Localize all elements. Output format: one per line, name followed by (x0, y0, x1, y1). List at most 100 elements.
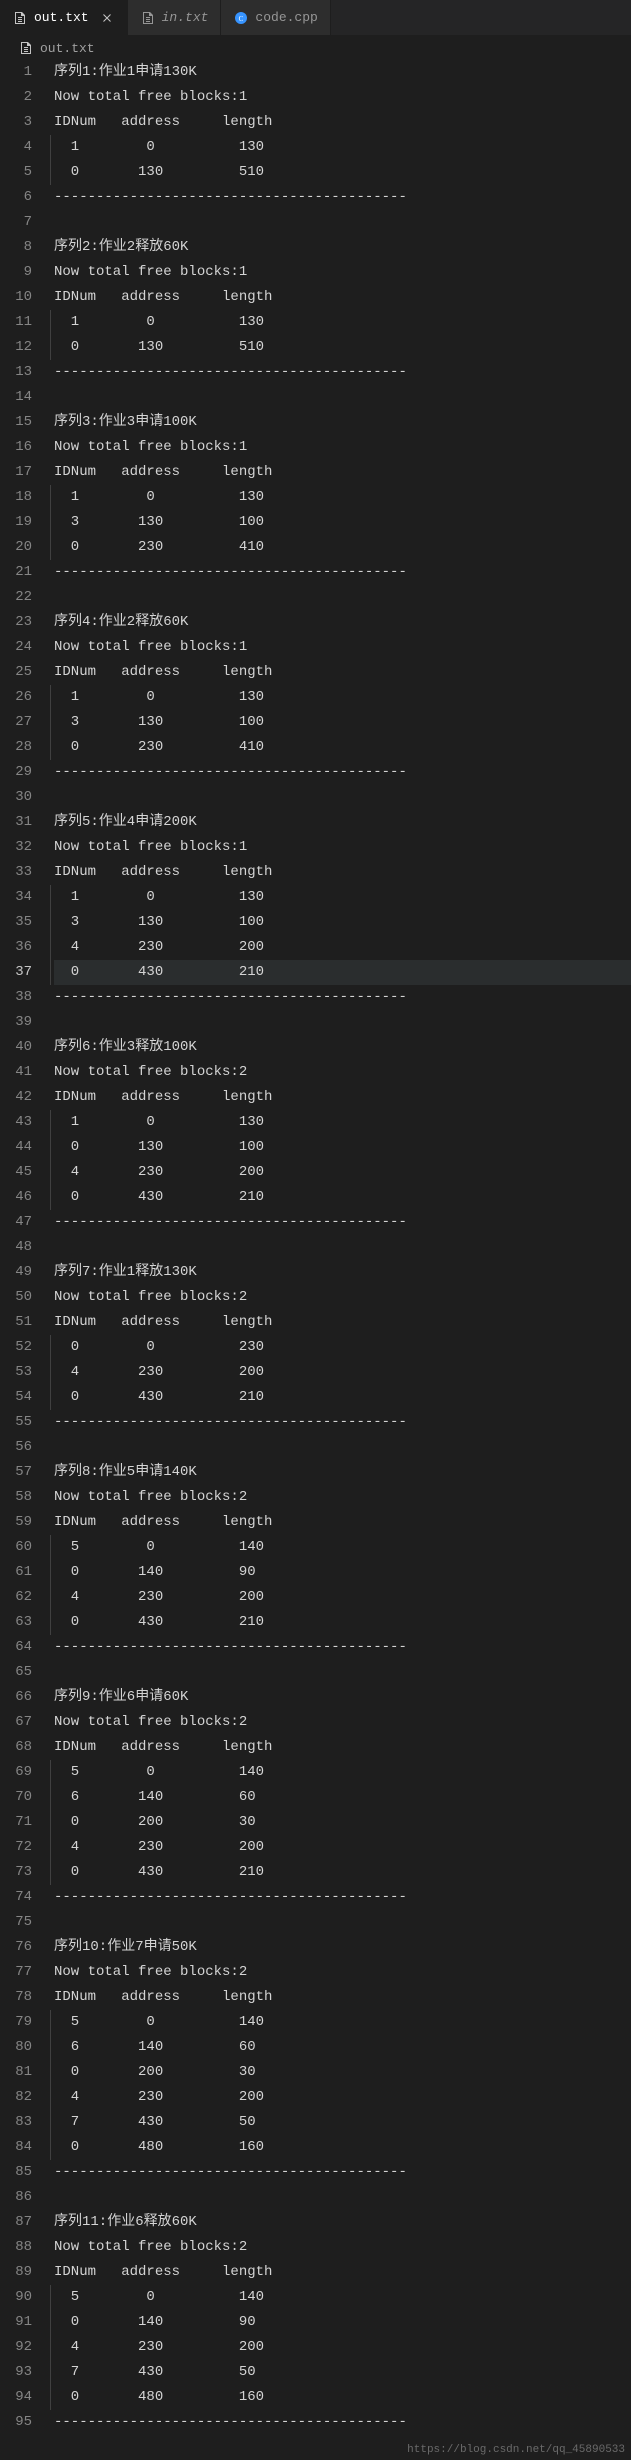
code-line[interactable]: ----------------------------------------… (54, 1210, 631, 1235)
code-line[interactable]: 0 430 210 (54, 960, 631, 985)
code-line[interactable]: ----------------------------------------… (54, 1410, 631, 1435)
code-line[interactable]: IDNum address length (54, 660, 631, 685)
code-line[interactable]: Now total free blocks:1 (54, 435, 631, 460)
editor[interactable]: 1234567891011121314151617181920212223242… (0, 60, 631, 2435)
code-line[interactable]: 1 0 130 (54, 135, 631, 160)
code-line[interactable]: Now total free blocks:2 (54, 1060, 631, 1085)
code-line[interactable]: 4 230 200 (54, 1160, 631, 1185)
code-line[interactable]: 3 130 100 (54, 910, 631, 935)
code-line[interactable]: IDNum address length (54, 1985, 631, 2010)
code-line[interactable]: ----------------------------------------… (54, 760, 631, 785)
code-line[interactable]: 序列6:作业3释放100K (54, 1035, 631, 1060)
code-line[interactable]: 序列2:作业2释放60K (54, 235, 631, 260)
code-line[interactable]: Now total free blocks:2 (54, 1285, 631, 1310)
code-line[interactable]: Now total free blocks:1 (54, 635, 631, 660)
code-line[interactable]: Now total free blocks:2 (54, 1710, 631, 1735)
code-line[interactable] (54, 1010, 631, 1035)
code-line[interactable] (54, 1910, 631, 1935)
code-line[interactable]: Now total free blocks:2 (54, 2235, 631, 2260)
code-line[interactable]: 0 0 230 (54, 1335, 631, 1360)
code-line[interactable]: 1 0 130 (54, 1110, 631, 1135)
code-line[interactable]: IDNum address length (54, 1310, 631, 1335)
code-line[interactable]: ----------------------------------------… (54, 360, 631, 385)
code-line[interactable]: 序列11:作业6释放60K (54, 2210, 631, 2235)
code-line[interactable]: 0 480 160 (54, 2385, 631, 2410)
code-line[interactable]: 4 230 200 (54, 1585, 631, 1610)
code-line[interactable]: 序列1:作业1申请130K (54, 60, 631, 85)
code-line[interactable]: 0 430 210 (54, 1860, 631, 1885)
code-line[interactable]: 6 140 60 (54, 1785, 631, 1810)
code-line[interactable]: 3 130 100 (54, 510, 631, 535)
code-line[interactable]: ----------------------------------------… (54, 1885, 631, 1910)
code-line[interactable]: 0 130 100 (54, 1135, 631, 1160)
code-line[interactable]: 0 430 210 (54, 1385, 631, 1410)
code-line[interactable]: 0 140 90 (54, 2310, 631, 2335)
code-line[interactable]: 4 230 200 (54, 1360, 631, 1385)
code-line[interactable]: 0 130 510 (54, 335, 631, 360)
code-line[interactable] (54, 1435, 631, 1460)
code-line[interactable]: 0 200 30 (54, 1810, 631, 1835)
code-line[interactable]: 1 0 130 (54, 485, 631, 510)
code-line[interactable]: IDNum address length (54, 1085, 631, 1110)
code-line[interactable] (54, 1660, 631, 1685)
code-line[interactable] (54, 785, 631, 810)
code-line[interactable]: Now total free blocks:1 (54, 835, 631, 860)
code-line[interactable]: Now total free blocks:2 (54, 1485, 631, 1510)
breadcrumb[interactable]: out.txt (0, 36, 631, 60)
code-line[interactable]: 4 230 200 (54, 2335, 631, 2360)
code-line[interactable]: 7 430 50 (54, 2110, 631, 2135)
tab-code-cpp[interactable]: C code.cpp (221, 0, 330, 35)
code-line[interactable] (54, 585, 631, 610)
code-line[interactable]: 0 430 210 (54, 1610, 631, 1635)
code-line[interactable]: IDNum address length (54, 2260, 631, 2285)
code-line[interactable]: 5 0 140 (54, 1535, 631, 1560)
code-line[interactable]: 序列10:作业7申请50K (54, 1935, 631, 1960)
code-line[interactable]: Now total free blocks:1 (54, 85, 631, 110)
code-line[interactable]: IDNum address length (54, 285, 631, 310)
code-line[interactable] (54, 1235, 631, 1260)
code-line[interactable]: 0 230 410 (54, 735, 631, 760)
code-line[interactable]: ----------------------------------------… (54, 185, 631, 210)
code-line[interactable]: 7 430 50 (54, 2360, 631, 2385)
code-line[interactable]: 0 230 410 (54, 535, 631, 560)
code-line[interactable]: 1 0 130 (54, 310, 631, 335)
code-line[interactable]: 3 130 100 (54, 710, 631, 735)
code-line[interactable]: IDNum address length (54, 1510, 631, 1535)
tab-in-txt[interactable]: in.txt (128, 0, 222, 35)
code-line[interactable]: IDNum address length (54, 110, 631, 135)
code-line[interactable]: 0 130 510 (54, 160, 631, 185)
code-line[interactable]: 5 0 140 (54, 2285, 631, 2310)
code-line[interactable]: 6 140 60 (54, 2035, 631, 2060)
code-line[interactable]: Now total free blocks:1 (54, 260, 631, 285)
code-line[interactable] (54, 210, 631, 235)
code-line[interactable]: 4 230 200 (54, 935, 631, 960)
code-line[interactable]: 5 0 140 (54, 1760, 631, 1785)
code-line[interactable]: 5 0 140 (54, 2010, 631, 2035)
code-line[interactable]: ----------------------------------------… (54, 1635, 631, 1660)
code-line[interactable]: IDNum address length (54, 1735, 631, 1760)
code-line[interactable]: IDNum address length (54, 860, 631, 885)
code-line[interactable]: 4 230 200 (54, 1835, 631, 1860)
code-line[interactable]: Now total free blocks:2 (54, 1960, 631, 1985)
tab-out-txt[interactable]: out.txt (0, 0, 128, 35)
code-line[interactable]: 序列9:作业6申请60K (54, 1685, 631, 1710)
code-line[interactable]: 0 480 160 (54, 2135, 631, 2160)
code-line[interactable]: ----------------------------------------… (54, 2160, 631, 2185)
code-line[interactable]: 0 140 90 (54, 1560, 631, 1585)
code-line[interactable]: ----------------------------------------… (54, 985, 631, 1010)
code-line[interactable]: 序列7:作业1释放130K (54, 1260, 631, 1285)
code-line[interactable]: 序列4:作业2释放60K (54, 610, 631, 635)
code-line[interactable]: IDNum address length (54, 460, 631, 485)
code-line[interactable]: 序列3:作业3申请100K (54, 410, 631, 435)
code-line[interactable]: 序列5:作业4申请200K (54, 810, 631, 835)
editor-content[interactable]: 序列1:作业1申请130KNow total free blocks:1IDNu… (48, 60, 631, 2435)
code-line[interactable]: 0 430 210 (54, 1185, 631, 1210)
code-line[interactable]: 1 0 130 (54, 885, 631, 910)
close-icon[interactable] (99, 10, 115, 26)
code-line[interactable]: ----------------------------------------… (54, 2410, 631, 2435)
code-line[interactable]: ----------------------------------------… (54, 560, 631, 585)
code-line[interactable]: 4 230 200 (54, 2085, 631, 2110)
code-line[interactable]: 1 0 130 (54, 685, 631, 710)
code-line[interactable]: 0 200 30 (54, 2060, 631, 2085)
code-line[interactable]: 序列8:作业5申请140K (54, 1460, 631, 1485)
